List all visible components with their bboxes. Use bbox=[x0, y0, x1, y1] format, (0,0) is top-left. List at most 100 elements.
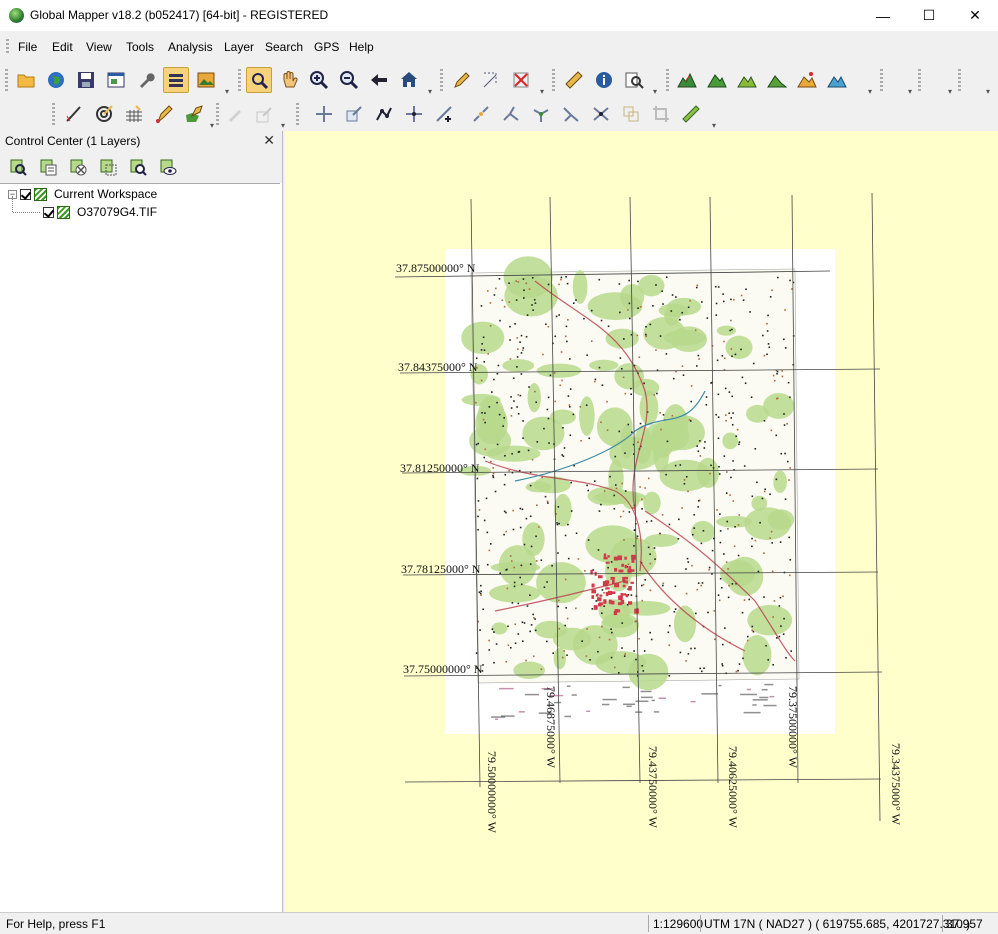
tree-item-layer[interactable]: O37079G4.TIF bbox=[43, 204, 157, 220]
terrain-2-icon[interactable] bbox=[704, 67, 730, 93]
wrench-icon[interactable] bbox=[133, 67, 159, 93]
menu-file[interactable]: File bbox=[18, 40, 37, 54]
move-vertex-icon[interactable] bbox=[401, 101, 427, 127]
options-icon[interactable] bbox=[35, 154, 61, 180]
toolbar-grip[interactable] bbox=[5, 69, 8, 91]
menu-layer[interactable]: Layer bbox=[224, 40, 254, 54]
info-icon[interactable] bbox=[591, 67, 617, 93]
copy-layer-icon[interactable] bbox=[95, 154, 121, 180]
terrain-4-icon[interactable] bbox=[764, 67, 790, 93]
scale-icon[interactable] bbox=[341, 101, 367, 127]
globe-icon[interactable] bbox=[43, 67, 69, 93]
crop-icon[interactable] bbox=[648, 101, 674, 127]
pencil-2-disabled-icon[interactable] bbox=[252, 101, 278, 127]
toolbar-overflow[interactable]: ▾ bbox=[908, 87, 916, 96]
toolbar-grip[interactable] bbox=[880, 69, 883, 91]
draw-area-icon[interactable] bbox=[181, 101, 207, 127]
toolbar-overflow[interactable]: ▾ bbox=[986, 87, 994, 96]
urban-block bbox=[603, 599, 607, 604]
contour-dot bbox=[751, 537, 753, 540]
toolbar-overflow[interactable]: ▾ bbox=[868, 87, 876, 96]
open-folder-icon[interactable] bbox=[13, 67, 39, 93]
draw-point-icon[interactable] bbox=[151, 101, 177, 127]
contour-dot bbox=[730, 476, 732, 479]
toolbar-grip[interactable] bbox=[52, 103, 55, 125]
menu-view[interactable]: View bbox=[86, 40, 112, 54]
maximize-button[interactable]: ☐ bbox=[906, 0, 952, 31]
toolbar-grip[interactable] bbox=[666, 69, 669, 91]
edit-line-icon[interactable] bbox=[61, 101, 87, 127]
select-area-icon[interactable] bbox=[478, 67, 504, 93]
terrain-3-icon[interactable] bbox=[734, 67, 760, 93]
toolbar-overflow[interactable]: ▾ bbox=[540, 87, 548, 96]
measure-icon[interactable] bbox=[561, 67, 587, 93]
layers-icon[interactable] bbox=[163, 67, 189, 93]
digitizer-icon[interactable] bbox=[449, 67, 475, 93]
toolbar-overflow[interactable]: ▾ bbox=[653, 87, 661, 96]
home-icon[interactable] bbox=[396, 67, 422, 93]
ruler-icon[interactable] bbox=[678, 101, 704, 127]
toolbar-grip[interactable] bbox=[918, 69, 921, 91]
vertex-icon[interactable] bbox=[371, 101, 397, 127]
insert-vertex-icon[interactable] bbox=[431, 101, 457, 127]
zoom-in-icon[interactable] bbox=[306, 67, 332, 93]
node-2-icon[interactable] bbox=[588, 101, 614, 127]
split-2-icon[interactable] bbox=[498, 101, 524, 127]
menu-tools[interactable]: Tools bbox=[126, 40, 154, 54]
toolbar-overflow[interactable]: ▾ bbox=[281, 121, 289, 130]
margin-text-mark bbox=[718, 684, 722, 687]
toolbar-grip[interactable] bbox=[296, 103, 299, 125]
save-icon[interactable] bbox=[73, 67, 99, 93]
configure-icon[interactable] bbox=[103, 67, 129, 93]
grid-draw-icon[interactable] bbox=[121, 101, 147, 127]
back-arrow-icon[interactable] bbox=[366, 67, 392, 93]
layer-checkbox[interactable] bbox=[43, 206, 54, 218]
split-line-icon[interactable] bbox=[468, 101, 494, 127]
view-icon[interactable] bbox=[155, 154, 181, 180]
contour-dot bbox=[523, 543, 526, 546]
node-icon[interactable] bbox=[528, 101, 554, 127]
search-icon[interactable] bbox=[621, 67, 647, 93]
remove-layer-icon[interactable] bbox=[65, 154, 91, 180]
image-icon[interactable] bbox=[193, 67, 219, 93]
toolbar-grip[interactable] bbox=[552, 69, 555, 91]
toolbar-overflow[interactable]: ▾ bbox=[948, 87, 956, 96]
zoom-layer-icon[interactable] bbox=[5, 154, 31, 180]
move-icon[interactable] bbox=[311, 101, 337, 127]
margin-text-mark bbox=[626, 705, 632, 708]
find-icon[interactable] bbox=[125, 154, 151, 180]
zoom-tool-icon[interactable] bbox=[246, 67, 272, 93]
close-panel-icon[interactable]: ✕ bbox=[263, 132, 275, 149]
menu-edit[interactable]: Edit bbox=[52, 40, 73, 54]
menu-search[interactable]: Search bbox=[265, 40, 303, 54]
toolbar-grip[interactable] bbox=[440, 69, 443, 91]
join-icon[interactable] bbox=[558, 101, 584, 127]
contour-dot bbox=[496, 443, 499, 446]
tree-item-workspace[interactable]: − Current Workspace bbox=[8, 186, 157, 202]
toolbar-overflow[interactable]: ▾ bbox=[428, 87, 436, 96]
terrain-1-icon[interactable] bbox=[674, 67, 700, 93]
terrain-5-icon[interactable] bbox=[794, 67, 820, 93]
contour-dot bbox=[598, 278, 601, 281]
menu-gps[interactable]: GPS bbox=[314, 40, 339, 54]
toolbar-overflow[interactable]: ▾ bbox=[712, 121, 720, 130]
toolbar-grip[interactable] bbox=[216, 103, 219, 125]
pan-hand-icon[interactable] bbox=[276, 67, 302, 93]
map-view[interactable]: 37.87500000° N 37.84375000° N 37.8125000… bbox=[285, 131, 998, 912]
menu-grip[interactable] bbox=[6, 39, 9, 55]
toolbar-grip[interactable] bbox=[238, 69, 241, 91]
menu-analysis[interactable]: Analysis bbox=[168, 40, 213, 54]
minimize-button[interactable]: — bbox=[860, 0, 906, 31]
pencil-disabled-icon[interactable] bbox=[222, 101, 248, 127]
contour-dot bbox=[564, 578, 567, 581]
close-button[interactable]: ✕ bbox=[952, 0, 998, 31]
menu-help[interactable]: Help bbox=[349, 40, 374, 54]
copy-icon[interactable] bbox=[618, 101, 644, 127]
terrain-6-icon[interactable] bbox=[824, 67, 850, 93]
workspace-checkbox[interactable] bbox=[20, 188, 31, 200]
toolbar-grip[interactable] bbox=[958, 69, 961, 91]
toolbar-overflow[interactable]: ▾ bbox=[225, 87, 233, 96]
target-icon[interactable] bbox=[91, 101, 117, 127]
delete-icon[interactable] bbox=[508, 67, 534, 93]
zoom-out-icon[interactable] bbox=[336, 67, 362, 93]
